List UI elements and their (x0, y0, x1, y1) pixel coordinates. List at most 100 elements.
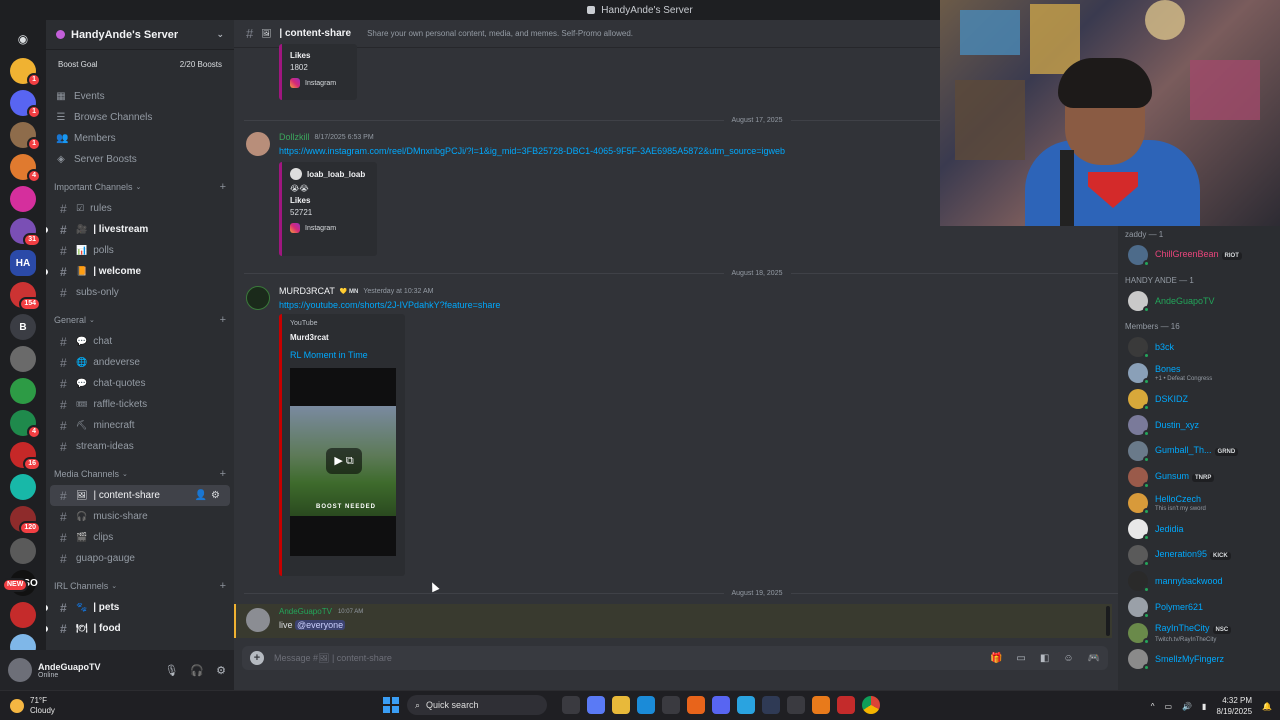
server-icon[interactable]: 31 (10, 218, 41, 247)
message-author[interactable]: Dollzkill (279, 132, 310, 142)
channel-item[interactable]: # 💬 chat-quotes (50, 373, 230, 394)
member-item[interactable]: Gumball_Th... GRND (1118, 438, 1280, 464)
gift-icon[interactable]: 🎁 (990, 653, 1002, 664)
channel-item[interactable]: # 📙 | welcome (46, 261, 230, 282)
invite-icon[interactable]: 👤 (195, 490, 207, 501)
server-icon[interactable]: 154 (10, 282, 41, 311)
notification-bell-icon[interactable]: 🔔 (1262, 702, 1272, 711)
server-icon[interactable]: B (10, 314, 36, 340)
embed-author[interactable]: Murd3rcat (290, 333, 397, 342)
member-item[interactable]: HelloCzech This isn't my sword (1118, 490, 1280, 516)
channel-item[interactable]: # 🌐 andeverse (50, 352, 230, 373)
add-channel-icon[interactable]: + (220, 181, 226, 193)
channel-category[interactable]: Media Channels ⌄ + (46, 463, 234, 485)
server-icon[interactable]: 4 (10, 154, 41, 183)
taskbar-search[interactable]: ⌕ Quick search (407, 695, 547, 715)
battery-icon[interactable]: ▮ (1202, 702, 1206, 711)
app-2-icon[interactable] (787, 696, 805, 714)
user-avatar[interactable] (8, 658, 32, 682)
edge-icon[interactable] (637, 696, 655, 714)
channel-category[interactable]: Important Channels ⌄ + (46, 176, 234, 198)
nav-events[interactable]: ▦ Events (46, 86, 234, 107)
add-attachment-icon[interactable]: + (250, 651, 264, 665)
server-icon[interactable]: 1 (10, 122, 41, 151)
discord-home-icon[interactable]: ◉ (10, 26, 36, 52)
channel-item[interactable]: # stream-ideas (50, 436, 230, 457)
member-item[interactable]: Bones +1 • Defeat Congress (1118, 360, 1280, 386)
server-icon[interactable] (10, 346, 36, 372)
nav-server-boosts[interactable]: ◈ Server Boosts (46, 149, 234, 170)
add-channel-icon[interactable]: + (220, 314, 226, 326)
headphones-icon[interactable]: 🎧 (190, 664, 204, 677)
channel-item[interactable]: # ☑ rules (50, 198, 230, 219)
message-avatar[interactable] (246, 286, 270, 310)
volume-icon[interactable]: 🔊 (1182, 702, 1192, 711)
server-icon[interactable] (10, 186, 36, 212)
channel-item[interactable]: # 📊 polls (50, 240, 230, 261)
channel-item[interactable]: # 🍽 | food (46, 618, 230, 639)
channel-item[interactable]: # 🎬 clips (50, 527, 230, 548)
message-avatar[interactable] (246, 608, 270, 632)
channel-item[interactable]: # 🐾 | pets (46, 597, 230, 618)
nav-members[interactable]: 👥 Members (46, 128, 234, 149)
store-icon[interactable] (662, 696, 680, 714)
message-link[interactable]: https://youtube.com/shorts/2J-IVPdahkY?f… (279, 300, 500, 310)
member-item[interactable]: ChillGreenBean RIOT (1118, 242, 1280, 268)
channel-item[interactable]: # 🖼 | content-share 👤 ⚙ (50, 485, 230, 506)
channel-item[interactable]: # 💬 chat (50, 331, 230, 352)
message-author[interactable]: AndeGuapoTV (279, 607, 332, 616)
member-item[interactable]: Polymer621 (1118, 594, 1280, 620)
server-icon[interactable]: 120 (10, 506, 41, 535)
member-item[interactable]: Dustin_xyz (1118, 412, 1280, 438)
server-icon[interactable]: 4 (10, 410, 41, 439)
add-channel-icon[interactable]: + (220, 468, 226, 480)
server-icon[interactable] (10, 602, 36, 628)
member-item[interactable]: mannybackwood (1118, 568, 1280, 594)
firefox-icon[interactable] (687, 696, 705, 714)
windows-start-icon[interactable] (383, 697, 399, 713)
apps-icon[interactable]: 🎮 (1088, 653, 1100, 664)
telegram-icon[interactable] (737, 696, 755, 714)
embed-title[interactable]: RL Moment in Time (290, 350, 397, 360)
play-icon[interactable]: ▶ ⧉ (326, 448, 362, 474)
network-icon[interactable]: ▭ (1165, 702, 1173, 711)
discord-icon[interactable] (712, 696, 730, 714)
member-item[interactable]: SmellzMyFingerz (1118, 646, 1280, 672)
chrome-icon[interactable] (862, 696, 880, 714)
boost-goal-bar[interactable]: Boost Goal 2/20 Boosts (52, 56, 228, 72)
channel-item[interactable]: # 🎟 raffle-tickets (50, 394, 230, 415)
channel-settings-icon[interactable]: ⚙ (211, 490, 220, 501)
embed-author[interactable]: loab_loab_loab (307, 170, 365, 179)
files-icon[interactable] (612, 696, 630, 714)
server-icon[interactable] (10, 538, 36, 564)
app-3-icon[interactable] (812, 696, 830, 714)
weather-widget[interactable]: 71°F Cloudy (10, 696, 55, 716)
channel-topic[interactable]: Share your own personal content, media, … (367, 29, 633, 38)
member-item[interactable]: Jedidia (1118, 516, 1280, 542)
channel-item[interactable]: # subs-only (50, 282, 230, 303)
channel-item[interactable]: # guapo-gauge (50, 548, 230, 569)
emoji-icon[interactable]: ☺ (1063, 653, 1073, 664)
app-4-icon[interactable] (837, 696, 855, 714)
channel-category[interactable]: IRL Channels ⌄ + (46, 575, 234, 597)
microphone-icon[interactable]: 🎙 (164, 664, 178, 677)
channel-item[interactable]: # ⛏ minecraft (50, 415, 230, 436)
server-header[interactable]: HandyAnde's Server ⌄ (46, 20, 234, 50)
nav-browse-channels[interactable]: ☰ Browse Channels (46, 107, 234, 128)
member-item[interactable]: AndeGuapoTV (1118, 288, 1280, 314)
video-thumbnail[interactable]: ▶ ⧉ BOOST NEEDED (290, 368, 396, 556)
clock[interactable]: 4:32 PM 8/19/2025 (1216, 695, 1252, 717)
channel-category[interactable]: General ⌄ + (46, 309, 234, 331)
channel-item[interactable]: # 🎧 music-share (50, 506, 230, 527)
message-link[interactable]: https://www.instagram.com/reel/DMnxnbgPC… (279, 146, 785, 156)
tray-chevron-icon[interactable]: ^ (1151, 702, 1155, 711)
server-icon[interactable]: OHSONEW (2, 570, 38, 596)
member-item[interactable]: DSKIDZ (1118, 386, 1280, 412)
message-composer[interactable]: + Message #🖼 | content-share 🎁 ▭ ◧ ☺ 🎮 (242, 646, 1108, 670)
member-item[interactable]: Gunsum TNRP (1118, 464, 1280, 490)
sticker-icon[interactable]: ◧ (1040, 653, 1049, 664)
server-icon[interactable] (10, 474, 36, 500)
server-icon[interactable]: 1 (10, 58, 41, 87)
member-item[interactable]: Jeneration95 KICK (1118, 542, 1280, 568)
member-item[interactable]: b3ck (1118, 334, 1280, 360)
